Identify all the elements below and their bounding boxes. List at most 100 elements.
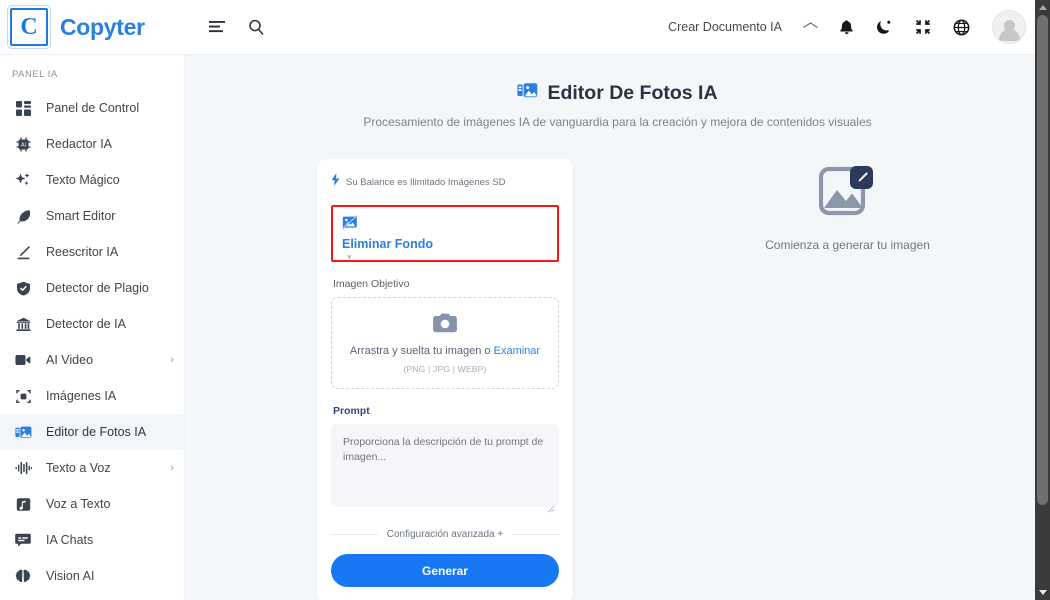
sidebar-item-voz-a-texto[interactable]: Voz a Texto (0, 486, 184, 522)
chat-bubble-icon (12, 533, 34, 547)
sidebar-item-label: Vision AI (46, 569, 95, 583)
header-right-group: Crear Documento IA (668, 10, 1026, 44)
create-document-button[interactable]: Crear Documento IA (668, 20, 782, 34)
prompt-input[interactable] (331, 424, 559, 507)
chevron-right-icon: › (170, 462, 174, 474)
page-title: Editor De Fotos IA (185, 81, 1050, 106)
prompt-label: Prompt (333, 405, 370, 417)
sidebar-item-label: Panel de Control (46, 101, 140, 115)
dropzone-text-before: Arrastra y suelta tu imagen o (349, 344, 494, 357)
sidebar-item-label: Voz a Texto (46, 497, 111, 511)
lightning-bolt-icon (331, 173, 340, 191)
sidebar-item-redactor-ia[interactable]: AI Redactor IA (0, 126, 184, 162)
chevron-down-icon[interactable]: ▾ (347, 252, 352, 260)
main-content: Editor De Fotos IA Procesamiento de imág… (185, 55, 1050, 600)
image-frame-icon (12, 389, 34, 404)
chevron-up-icon[interactable] (801, 21, 819, 33)
page-header: Editor De Fotos IA Procesamiento de imág… (185, 81, 1050, 129)
brain-icon (12, 569, 34, 584)
dropzone-text: Arrastra y suelta tu imagen o Examinar (350, 345, 540, 357)
sidebar-item-label: Texto Mágico (46, 173, 120, 187)
sidebar-item-vision-ai[interactable]: Vision AI (0, 558, 184, 594)
content-row: Su Balance es Ilimitado Imágenes SD Elim… (185, 159, 1050, 600)
divider-right (512, 534, 560, 535)
sidebar-item-texto-a-voz[interactable]: Texto a Voz › (0, 450, 184, 486)
mode-selector[interactable]: Eliminar Fondo ▾ (331, 205, 559, 262)
remove-background-icon (342, 215, 548, 235)
search-icon[interactable] (248, 19, 265, 36)
generator-form-card: Su Balance es Ilimitado Imágenes SD Elim… (317, 159, 573, 600)
chevron-right-icon: › (170, 354, 174, 366)
sidebar-item-label: Smart Editor (46, 209, 116, 223)
top-header: C Copyter Crear Documento IA (0, 0, 1050, 55)
prompt-wrap (331, 424, 559, 513)
moon-icon[interactable] (876, 19, 893, 36)
feather-pen-icon (12, 209, 34, 224)
sidebar-item-detector-de-ia[interactable]: Detector de IA (0, 306, 184, 342)
sidebar-item-label: Texto a Voz (46, 461, 111, 475)
sidebar-item-texto-magico[interactable]: Texto Mágico (0, 162, 184, 198)
sidebar-item-detector-de-plagio[interactable]: Detector de Plagio (0, 270, 184, 306)
bell-icon[interactable] (839, 19, 854, 36)
form-column: Su Balance es Ilimitado Imágenes SD Elim… (215, 159, 675, 600)
mode-label: Eliminar Fondo (342, 237, 433, 251)
advanced-settings-row: Configuración avanzada + (331, 529, 560, 540)
sidebar-item-ia-chats[interactable]: IA Chats (0, 522, 184, 558)
sidebar-section-label: PANEL IA (12, 69, 58, 80)
sidebar-item-label: Reescritor IA (46, 245, 119, 259)
shield-check-icon (12, 281, 34, 296)
body-row: PANEL IA Panel de Control AI Redactor IA… (0, 55, 1050, 600)
sidebar-item-label: Detector de Plagio (46, 281, 149, 295)
browse-link[interactable]: Examinar (494, 345, 540, 357)
sidebar-item-panel-de-control[interactable]: Panel de Control (0, 90, 184, 126)
ai-chip-icon: AI (12, 137, 34, 152)
sidebar-item-reescritor-ia[interactable]: Reescritor IA (0, 234, 184, 270)
generate-button[interactable]: Generar (331, 554, 559, 587)
collapse-fullscreen-icon[interactable] (915, 19, 931, 35)
preview-placeholder-text: Comienza a generar tu imagen (765, 238, 930, 252)
sidebar-item-label: IA Chats (46, 533, 94, 547)
app-logo-icon: C (7, 5, 51, 49)
scroll-up-arrow-icon[interactable] (1035, 0, 1050, 15)
waveform-icon (12, 461, 34, 475)
sidebar-item-label: Redactor IA (46, 137, 113, 151)
sidebar-item-label: Imágenes IA (46, 389, 117, 403)
scrollbar-thumb[interactable] (1037, 15, 1048, 505)
music-note-box-icon (12, 497, 34, 512)
list-menu-icon[interactable] (209, 20, 226, 35)
brand[interactable]: C Copyter (7, 5, 185, 49)
sidebar-item-imagenes-ia[interactable]: Imágenes IA (0, 378, 184, 414)
app-root: C Copyter Crear Documento IA PANEL IA Pa… (0, 0, 1050, 600)
avatar[interactable] (992, 10, 1026, 44)
preview-placeholder: Comienza a generar tu imagen (765, 165, 930, 600)
scroll-down-arrow-icon[interactable] (1035, 585, 1050, 600)
balance-row: Su Balance es Ilimitado Imágenes SD (331, 173, 559, 191)
image-field-label: Imagen Objetivo (333, 278, 410, 290)
sidebar-item-editor-de-fotos-ia[interactable]: Editor de Fotos IA (0, 414, 184, 450)
logo-letter: C (20, 14, 38, 40)
brand-name: Copyter (60, 13, 145, 40)
pencil-icon (12, 245, 34, 260)
sidebar-item-label: AI Video (46, 353, 94, 367)
video-camera-icon (12, 354, 34, 366)
dashboard-grid-icon (12, 100, 34, 116)
image-dropzone[interactable]: Arrastra y suelta tu imagen o Examinar (… (331, 297, 559, 389)
sidebar-item-label: Detector de IA (46, 317, 126, 331)
camera-icon (433, 313, 457, 338)
preview-column: Comienza a generar tu imagen (675, 159, 1020, 600)
sparkles-icon (12, 172, 34, 188)
sidebar-item-label: Editor de Fotos IA (46, 425, 147, 439)
bank-detector-icon (12, 317, 34, 332)
sidebar-item-smart-editor[interactable]: Smart Editor (0, 198, 184, 234)
sidebar-item-ai-video[interactable]: AI Video › (0, 342, 184, 378)
page-subtitle: Procesamiento de imágenes IA de vanguard… (363, 115, 872, 129)
image-edit-placeholder-icon (819, 165, 875, 222)
header-left-icons (209, 19, 265, 36)
advanced-settings-toggle[interactable]: Configuración avanzada + (387, 529, 503, 540)
divider-left (331, 534, 378, 535)
sidebar: PANEL IA Panel de Control AI Redactor IA… (0, 55, 185, 600)
globe-icon[interactable] (953, 19, 970, 36)
balance-text: Su Balance es Ilimitado Imágenes SD (346, 176, 506, 188)
page-title-text: Editor De Fotos IA (547, 82, 718, 104)
page-scrollbar[interactable] (1035, 0, 1050, 600)
